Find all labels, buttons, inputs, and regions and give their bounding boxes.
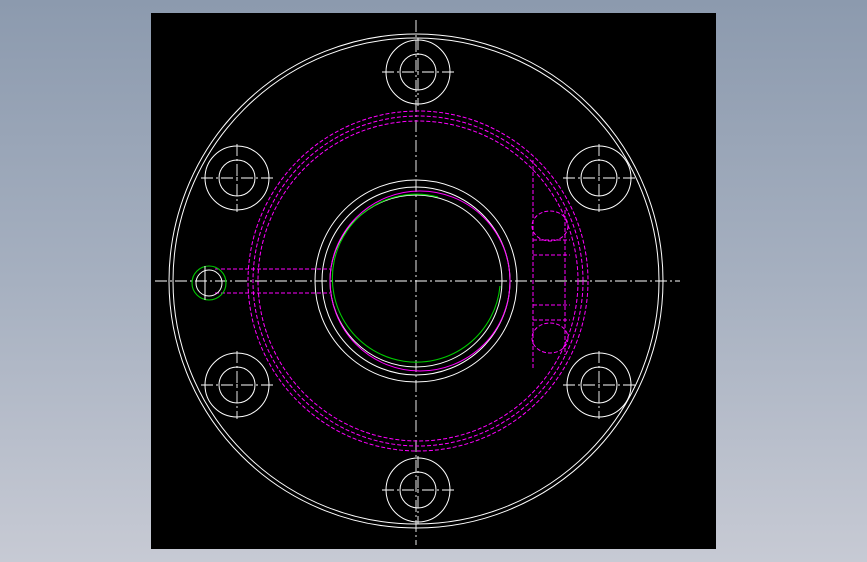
- flange-drawing: [155, 20, 680, 545]
- center-lines: [155, 20, 680, 545]
- cad-viewport[interactable]: [151, 13, 716, 549]
- side-port: [191, 265, 227, 301]
